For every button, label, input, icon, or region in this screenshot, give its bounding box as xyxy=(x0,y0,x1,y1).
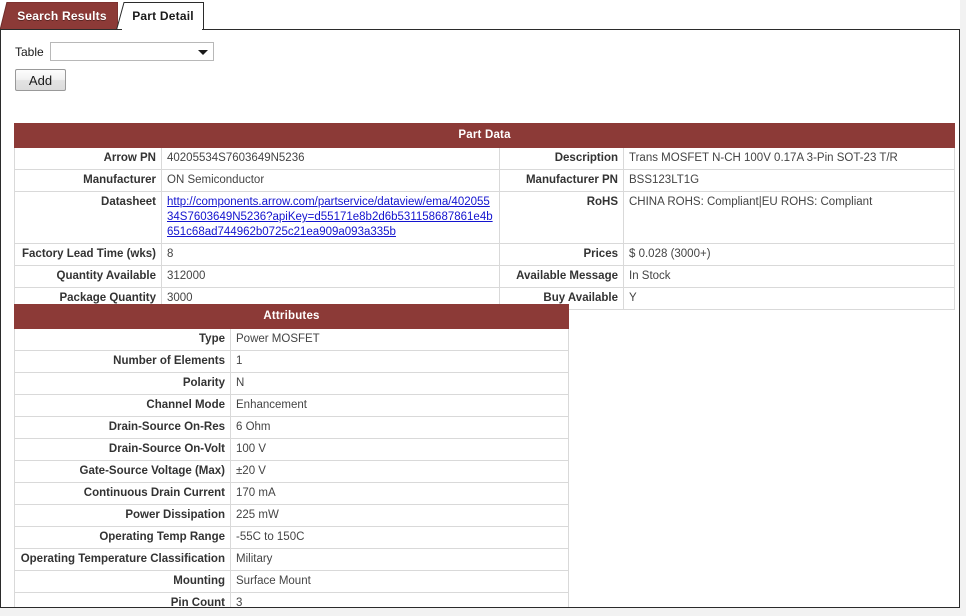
attribute-value: Power MOSFET xyxy=(230,328,569,351)
tab-search-results[interactable]: Search Results xyxy=(0,2,118,30)
part-data-value: In Stock xyxy=(622,265,956,288)
attribute-label: Drain-Source On-Volt xyxy=(14,438,231,461)
datasheet-link[interactable]: http://components.arrow.com/partservice/… xyxy=(167,196,493,238)
part-data-value: ON Semiconductor xyxy=(161,169,500,192)
attribute-label: Power Dissipation xyxy=(14,504,231,527)
part-data-header-row: Part Data xyxy=(13,123,956,148)
attribute-value: ±20 V xyxy=(230,460,569,483)
table-row: Factory Lead Time (wks) 8 Prices $ 0.028 (3… xyxy=(14,243,956,266)
part-data-value: 8 xyxy=(161,243,500,266)
table-selector-row: Table xyxy=(15,42,214,61)
table-row: Power Dissipation 225 mW xyxy=(14,504,569,527)
table-row: Drain-Source On-Volt 100 V xyxy=(14,438,569,461)
attribute-label: Pin Count xyxy=(14,592,231,607)
part-data-value: BSS123LT1G xyxy=(622,169,956,192)
attribute-value: 3 xyxy=(230,592,569,607)
table-row: Gate-Source Voltage (Max) ±20 V xyxy=(14,460,569,483)
attribute-label: Continuous Drain Current xyxy=(14,482,231,505)
attribute-label: Operating Temperature Classification xyxy=(14,548,231,571)
table-row: Drain-Source On-Res 6 Ohm xyxy=(14,416,569,439)
attributes-title: Attributes xyxy=(14,304,569,329)
part-data-label: Manufacturer PN xyxy=(499,169,624,192)
attribute-value: 170 mA xyxy=(230,482,569,505)
tab-strip: Search Results Part Detail xyxy=(0,0,960,30)
attribute-value: Military xyxy=(230,548,569,571)
table-row: Arrow PN 40205534S7603649N5236 Description… xyxy=(14,147,956,170)
part-data-title: Part Data xyxy=(13,123,956,148)
attributes-header-row: Attributes xyxy=(14,304,569,329)
part-data-label: Manufacturer xyxy=(14,169,162,192)
table-select[interactable] xyxy=(49,42,214,61)
part-data-label: Description xyxy=(499,147,624,170)
attribute-value: N xyxy=(230,372,569,395)
part-data-label: Factory Lead Time (wks) xyxy=(14,243,162,266)
table-row: Number of Elements 1 xyxy=(14,350,569,373)
part-data-value: http://components.arrow.com/partservice/… xyxy=(161,191,500,244)
attribute-value: 100 V xyxy=(230,438,569,461)
part-data-label: Datasheet xyxy=(14,191,162,244)
part-data-label: Prices xyxy=(499,243,624,266)
attribute-label: Type xyxy=(14,328,231,351)
part-data-label: Arrow PN xyxy=(14,147,162,170)
table-select-label: Table xyxy=(15,44,44,59)
table-row: Datasheet http://components.arrow.com/par… xyxy=(14,191,956,244)
part-data-value: Y xyxy=(622,287,956,310)
table-row: Manufacturer ON Semiconductor Manufacturer… xyxy=(14,169,956,192)
table-row: Operating Temp Range -55C to 150C xyxy=(14,526,569,549)
attribute-label: Mounting xyxy=(14,570,231,593)
part-data-value: 312000 xyxy=(161,265,500,288)
table-row: Operating Temperature Classification Mili… xyxy=(14,548,569,571)
attribute-value: -55C to 150C xyxy=(230,526,569,549)
attribute-label: Number of Elements xyxy=(14,350,231,373)
attribute-value: 1 xyxy=(230,350,569,373)
tab-search-results-label: Search Results xyxy=(17,9,107,23)
table-row: Pin Count 3 xyxy=(14,592,569,607)
part-data-value: 40205534S7603649N5236 xyxy=(161,147,500,170)
table-row: Quantity Available 312000 Available Messag… xyxy=(14,265,956,288)
attribute-value: 6 Ohm xyxy=(230,416,569,439)
attribute-label: Drain-Source On-Res xyxy=(14,416,231,439)
attribute-label: Polarity xyxy=(14,372,231,395)
part-data-value: Trans MOSFET N-CH 100V 0.17A 3-Pin SOT-2… xyxy=(622,147,956,170)
chevron-down-icon xyxy=(197,50,208,55)
part-data-value: $ 0.028 (3000+) xyxy=(622,243,956,266)
attribute-value: Enhancement xyxy=(230,394,569,417)
part-data-label: Quantity Available xyxy=(14,265,162,288)
part-data-table: Part Data Arrow PN 40205534S7603649N5236 D… xyxy=(13,123,956,310)
attribute-label: Operating Temp Range xyxy=(14,526,231,549)
page-content: Table Add Part Data Arrow PN 40205534S760… xyxy=(0,30,960,608)
table-row: Continuous Drain Current 170 mA xyxy=(14,482,569,505)
attribute-label: Channel Mode xyxy=(14,394,231,417)
tab-part-detail-label: Part Detail xyxy=(132,9,194,23)
part-data-value: CHINA ROHS: Compliant|EU ROHS: Compliant xyxy=(622,191,956,244)
attribute-value: 225 mW xyxy=(230,504,569,527)
add-button[interactable]: Add xyxy=(15,69,66,91)
tab-part-detail[interactable]: Part Detail xyxy=(116,2,204,30)
attribute-value: Surface Mount xyxy=(230,570,569,593)
table-row: Channel Mode Enhancement xyxy=(14,394,569,417)
part-data-label: RoHS xyxy=(499,191,624,244)
attribute-label: Gate-Source Voltage (Max) xyxy=(14,460,231,483)
table-row: Polarity N xyxy=(14,372,569,395)
part-detail-window: Search Results Part Detail Table Add Par… xyxy=(0,0,960,608)
part-data-label: Available Message xyxy=(499,265,624,288)
attributes-table: Attributes Type Power MOSFET Number of Ele… xyxy=(14,304,569,607)
table-row: Type Power MOSFET xyxy=(14,328,569,351)
add-button-label: Add xyxy=(28,72,53,88)
table-row: Mounting Surface Mount xyxy=(14,570,569,593)
